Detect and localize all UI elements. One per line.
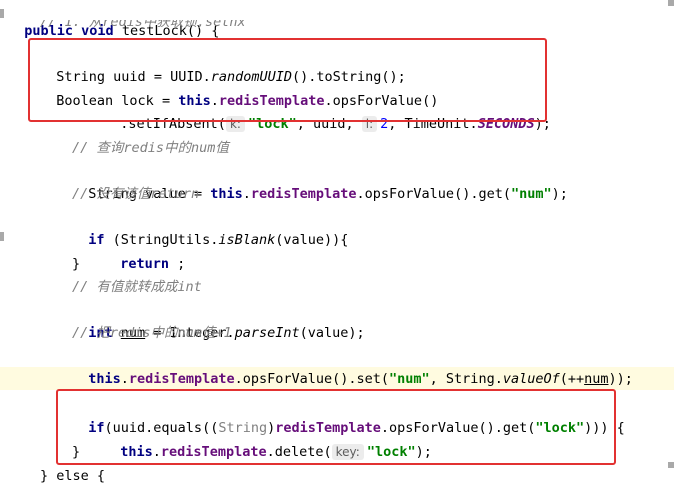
code-line-if-blank[interactable]: if (StringUtils.isBlank(value)){ [72,206,348,248]
scrollbar-marker-bottom [668,462,674,468]
gutter-marker-top [0,9,4,18]
scrollbar-marker-top [668,0,674,6]
code-line-close-if-blank[interactable]: } [72,253,80,276]
code-line-value[interactable]: String value = this.redisTemplate.opsFor… [72,160,568,202]
code-comment-query[interactable]: // 查询redis中的num值 [72,137,229,160]
code-line-set[interactable]: this.redisTemplate.opsForValue().set("nu… [72,345,633,387]
code-line-return[interactable]: return ; [104,230,185,272]
annotation-box-lock-acquire [28,38,547,122]
gutter-marker-mid [0,232,4,241]
annotation-box-lock-release [56,389,616,465]
code-comment-setnx[interactable]: // 1. 从redis中获取锁,setnx [40,20,246,34]
code-line-signature[interactable]: public void testLock() { [8,0,219,39]
clipped-comment-container: // 1. 从redis中获取锁,setnx [0,20,674,36]
code-comment-noval[interactable]: // 没有该值return [72,183,199,206]
code-comment-convert[interactable]: // 有值就转成成int [72,276,202,299]
code-line-num[interactable]: int num = Integer.parseInt(value); [72,299,364,341]
code-comment-add[interactable]: // 把redis中的num值+1 [72,322,232,345]
code-line-else-partial[interactable]: } else { [40,465,105,488]
